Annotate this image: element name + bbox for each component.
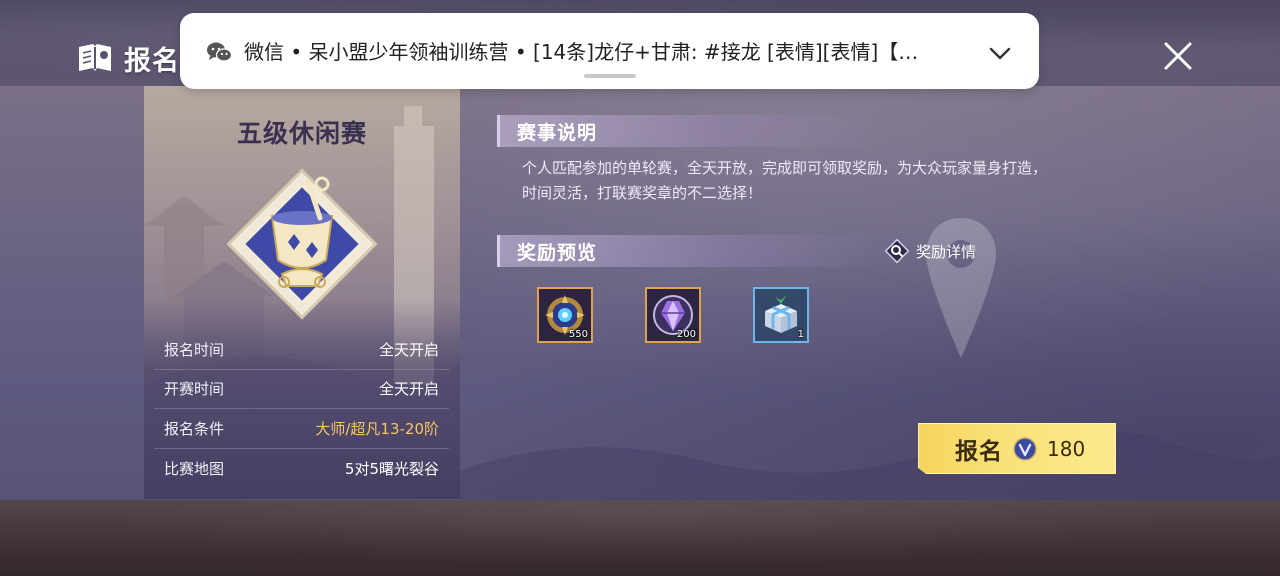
info-value: 5对5曙光裂谷: [344, 459, 439, 478]
reward-count: 550: [568, 329, 588, 340]
description-header: 赛事说明: [497, 115, 877, 147]
coin-icon: [1013, 436, 1037, 461]
notification-banner[interactable]: 微信 • 呆小盟少年领袖训练营 • [14条]龙仔+甘肃: #接龙 [表情][表…: [180, 13, 1039, 89]
info-label: 开赛时间: [164, 380, 225, 399]
info-row-condition: 报名条件 大师/超凡13-20阶: [154, 409, 449, 449]
info-label: 比赛地图: [164, 459, 225, 478]
reward-details-label: 奖励详情: [916, 242, 977, 261]
info-value: 全天开启: [378, 340, 439, 359]
reward-count: 1: [797, 329, 804, 340]
match-card: 五级休闲赛 报名时间 全天开启 开赛时间 全天开启 报名条件 大师/超凡13-2…: [144, 86, 460, 499]
close-icon: [1164, 42, 1192, 70]
description-text: 个人匹配参加的单轮赛，全天开放，完成即可领取奖励，为大众玩家量身打造， 时间灵活…: [522, 156, 1142, 206]
info-label: 报名时间: [164, 340, 225, 359]
info-row-signup-time: 报名时间 全天开启: [154, 330, 449, 370]
hills-decoration: [460, 427, 1280, 500]
notification-text: 微信 • 呆小盟少年领袖训练营 • [14条]龙仔+甘肃: #接龙 [表情][表…: [244, 40, 919, 64]
info-label: 报名条件: [164, 419, 225, 438]
reward-item[interactable]: 200: [645, 287, 701, 343]
info-value: 全天开启: [378, 380, 439, 399]
reward-list: 550 200 1: [537, 287, 809, 343]
reward-item[interactable]: 550: [537, 287, 593, 343]
description-line-1: 个人匹配参加的单轮赛，全天开放，完成即可领取奖励，为大众玩家量身打造，: [522, 159, 1048, 177]
reward-item[interactable]: 1: [753, 287, 809, 343]
book-icon: [79, 44, 111, 71]
signup-button-label: 报名: [955, 438, 1003, 465]
info-value-highlight: 大师/超凡13-20阶: [315, 419, 439, 438]
bottom-band: [0, 500, 1280, 576]
magnifier-icon: [884, 238, 910, 264]
page-title: 报名: [124, 45, 180, 77]
close-button[interactable]: [1158, 36, 1198, 76]
drag-handle[interactable]: [584, 74, 636, 78]
page-header: 报名: [76, 38, 180, 78]
info-row-map: 比赛地图 5对5曙光裂谷: [154, 449, 449, 489]
info-row-start-time: 开赛时间 全天开启: [154, 370, 449, 409]
chevron-down-icon[interactable]: [987, 40, 1013, 66]
match-info-table: 报名时间 全天开启 开赛时间 全天开启 报名条件 大师/超凡13-20阶 比赛地…: [154, 330, 449, 488]
wechat-icon: [207, 42, 232, 62]
rewards-title: 奖励预览: [517, 241, 598, 264]
description-line-2: 时间灵活，打联赛奖章的不二选择！: [522, 184, 763, 202]
trophy-cup-emblem-icon: [226, 168, 378, 320]
description-title: 赛事说明: [517, 121, 598, 144]
reward-details-link[interactable]: 奖励详情: [884, 238, 976, 264]
match-name: 五级休闲赛: [236, 119, 367, 148]
rewards-header: 奖励预览: [497, 235, 877, 267]
signup-cost: 180: [1047, 436, 1086, 461]
reward-count: 200: [676, 329, 696, 340]
signup-button[interactable]: 报名 180: [918, 423, 1116, 474]
